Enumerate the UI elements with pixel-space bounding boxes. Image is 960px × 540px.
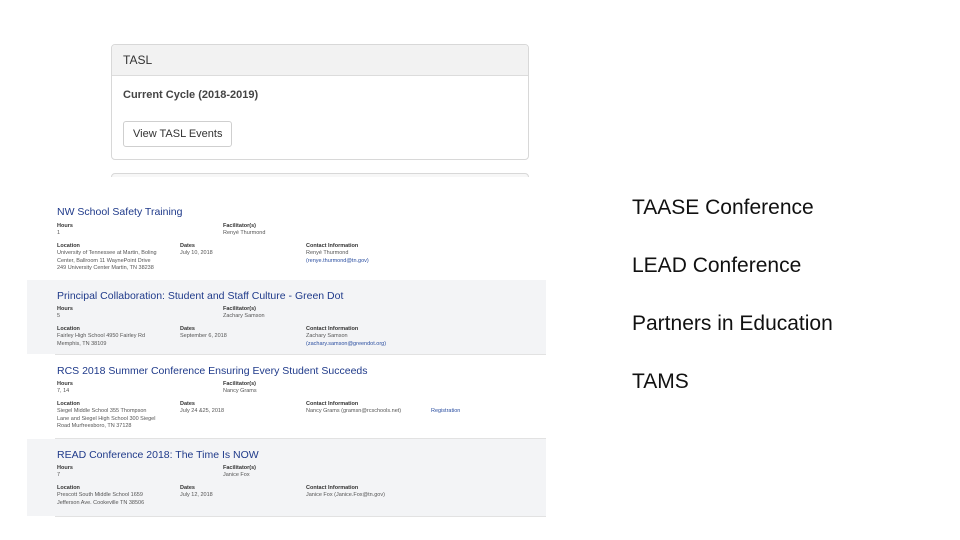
facilitator-value: Janice Fox <box>223 472 250 478</box>
dates-label: Dates <box>180 485 195 491</box>
location-line: Fairley High School 4950 Fairley Rd <box>57 333 146 339</box>
conference-item-taase: TAASE Conference <box>632 196 814 219</box>
contact-name: Renyé Thurmond <box>306 250 349 256</box>
location-label: Location <box>57 485 80 491</box>
event-item: RCS 2018 Summer Conference Ensuring Ever… <box>27 355 546 438</box>
event-title[interactable]: READ Conference 2018: The Time Is NOW <box>57 449 259 461</box>
hours-label: Hours <box>57 306 73 312</box>
conference-item-lead: LEAD Conference <box>632 254 802 277</box>
facilitator-value: Nancy Grams <box>223 388 257 394</box>
facilitators-label: Facilitator(s) <box>223 381 257 387</box>
location-line: Prescott South Middle School 1659 <box>57 492 143 498</box>
location-label: Location <box>57 326 80 332</box>
facilitators-label: Facilitator(s) <box>223 306 257 312</box>
hours-value: 5 <box>57 313 61 319</box>
contact-email-link[interactable]: (zachary.samson@greendot.org) <box>306 341 386 349</box>
tasl-panel: TASL Current Cycle (2018-2019) View TASL… <box>111 44 529 160</box>
conference-item-tams: TAMS <box>632 370 689 393</box>
hours-value: 1 <box>57 230 61 236</box>
event-title[interactable]: RCS 2018 Summer Conference Ensuring Ever… <box>57 365 368 377</box>
dates-value: September 6, 2018 <box>180 333 227 339</box>
location-line: Center, Ballroom 11 WaynePoint Drive <box>57 257 151 264</box>
dates-label: Dates <box>180 243 195 249</box>
event-title[interactable]: NW School Safety Training <box>57 206 182 218</box>
location-line: Lane and Siegel High School 300 Siegel <box>57 415 156 422</box>
contact-label: Contact Information <box>306 326 359 332</box>
dates-label: Dates <box>180 401 195 407</box>
view-tasl-events-button[interactable]: View TASL Events <box>123 121 233 147</box>
hours-value: 7, 14 <box>57 388 70 394</box>
events-screenshot: NW School Safety Training Hours 1 Facili… <box>27 189 563 518</box>
location-line: Road Murfreesboro, TN 37128 <box>57 423 132 429</box>
current-cycle-heading: Current Cycle (2018-2019) <box>123 89 259 101</box>
dates-value: July 24 &25, 2018 <box>180 408 225 414</box>
facilitators-label: Facilitator(s) <box>223 465 257 471</box>
location-line: Jefferson Ave. Cookeville TN 38506 <box>57 499 145 506</box>
hours-value: 7 <box>57 472 61 478</box>
contact-email-link[interactable]: (renye.thurmond@tn.gov) <box>306 258 369 266</box>
dates-label: Dates <box>180 326 195 332</box>
row-divider <box>55 516 546 517</box>
next-panel-edge <box>111 173 529 177</box>
facilitators-label: Facilitator(s) <box>223 223 257 229</box>
hours-label: Hours <box>57 381 73 387</box>
location-label: Location <box>57 401 80 407</box>
dates-value: July 12, 2018 <box>180 492 213 498</box>
event-item: READ Conference 2018: The Time Is NOW Ho… <box>27 439 546 516</box>
tasl-screenshot: TASL Current Cycle (2018-2019) View TASL… <box>27 20 563 177</box>
contact-label: Contact Information <box>306 485 359 491</box>
row-divider <box>55 354 546 355</box>
row-divider <box>55 438 546 439</box>
event-title[interactable]: Principal Collaboration: Student and Sta… <box>57 290 343 302</box>
location-line: Siegel Middle School 355 Thompson <box>57 408 147 414</box>
tasl-panel-header: TASL <box>112 45 528 76</box>
hours-label: Hours <box>57 465 73 471</box>
event-item: Principal Collaboration: Student and Sta… <box>27 280 546 354</box>
hours-label: Hours <box>57 223 73 229</box>
location-line: University of Tennessee at Martin, Bolin… <box>57 250 157 256</box>
location-label: Location <box>57 243 80 249</box>
location-line: 249 University Center Martin, TN 38238 <box>57 265 154 271</box>
dates-value: July 10, 2018 <box>180 250 213 256</box>
registration-link[interactable]: Registration <box>431 408 460 416</box>
contact-label: Contact Information <box>306 243 359 249</box>
conference-item-partners: Partners in Education <box>632 312 833 335</box>
facilitator-value: Zachary Samson <box>223 313 265 319</box>
location-line: Memphis, TN 38109 <box>57 340 107 347</box>
contact-value[interactable]: Janice Fox (Janice.Fox@tn.gov) <box>306 492 385 500</box>
facilitator-value: Renyé Thurmond <box>223 230 266 236</box>
contact-label: Contact Information <box>306 401 359 407</box>
contact-value[interactable]: Nancy Grams (gramsn@rcschools.net) <box>306 408 401 416</box>
contact-name: Zachary Samson <box>306 333 348 339</box>
event-item: NW School Safety Training Hours 1 Facili… <box>27 189 546 279</box>
